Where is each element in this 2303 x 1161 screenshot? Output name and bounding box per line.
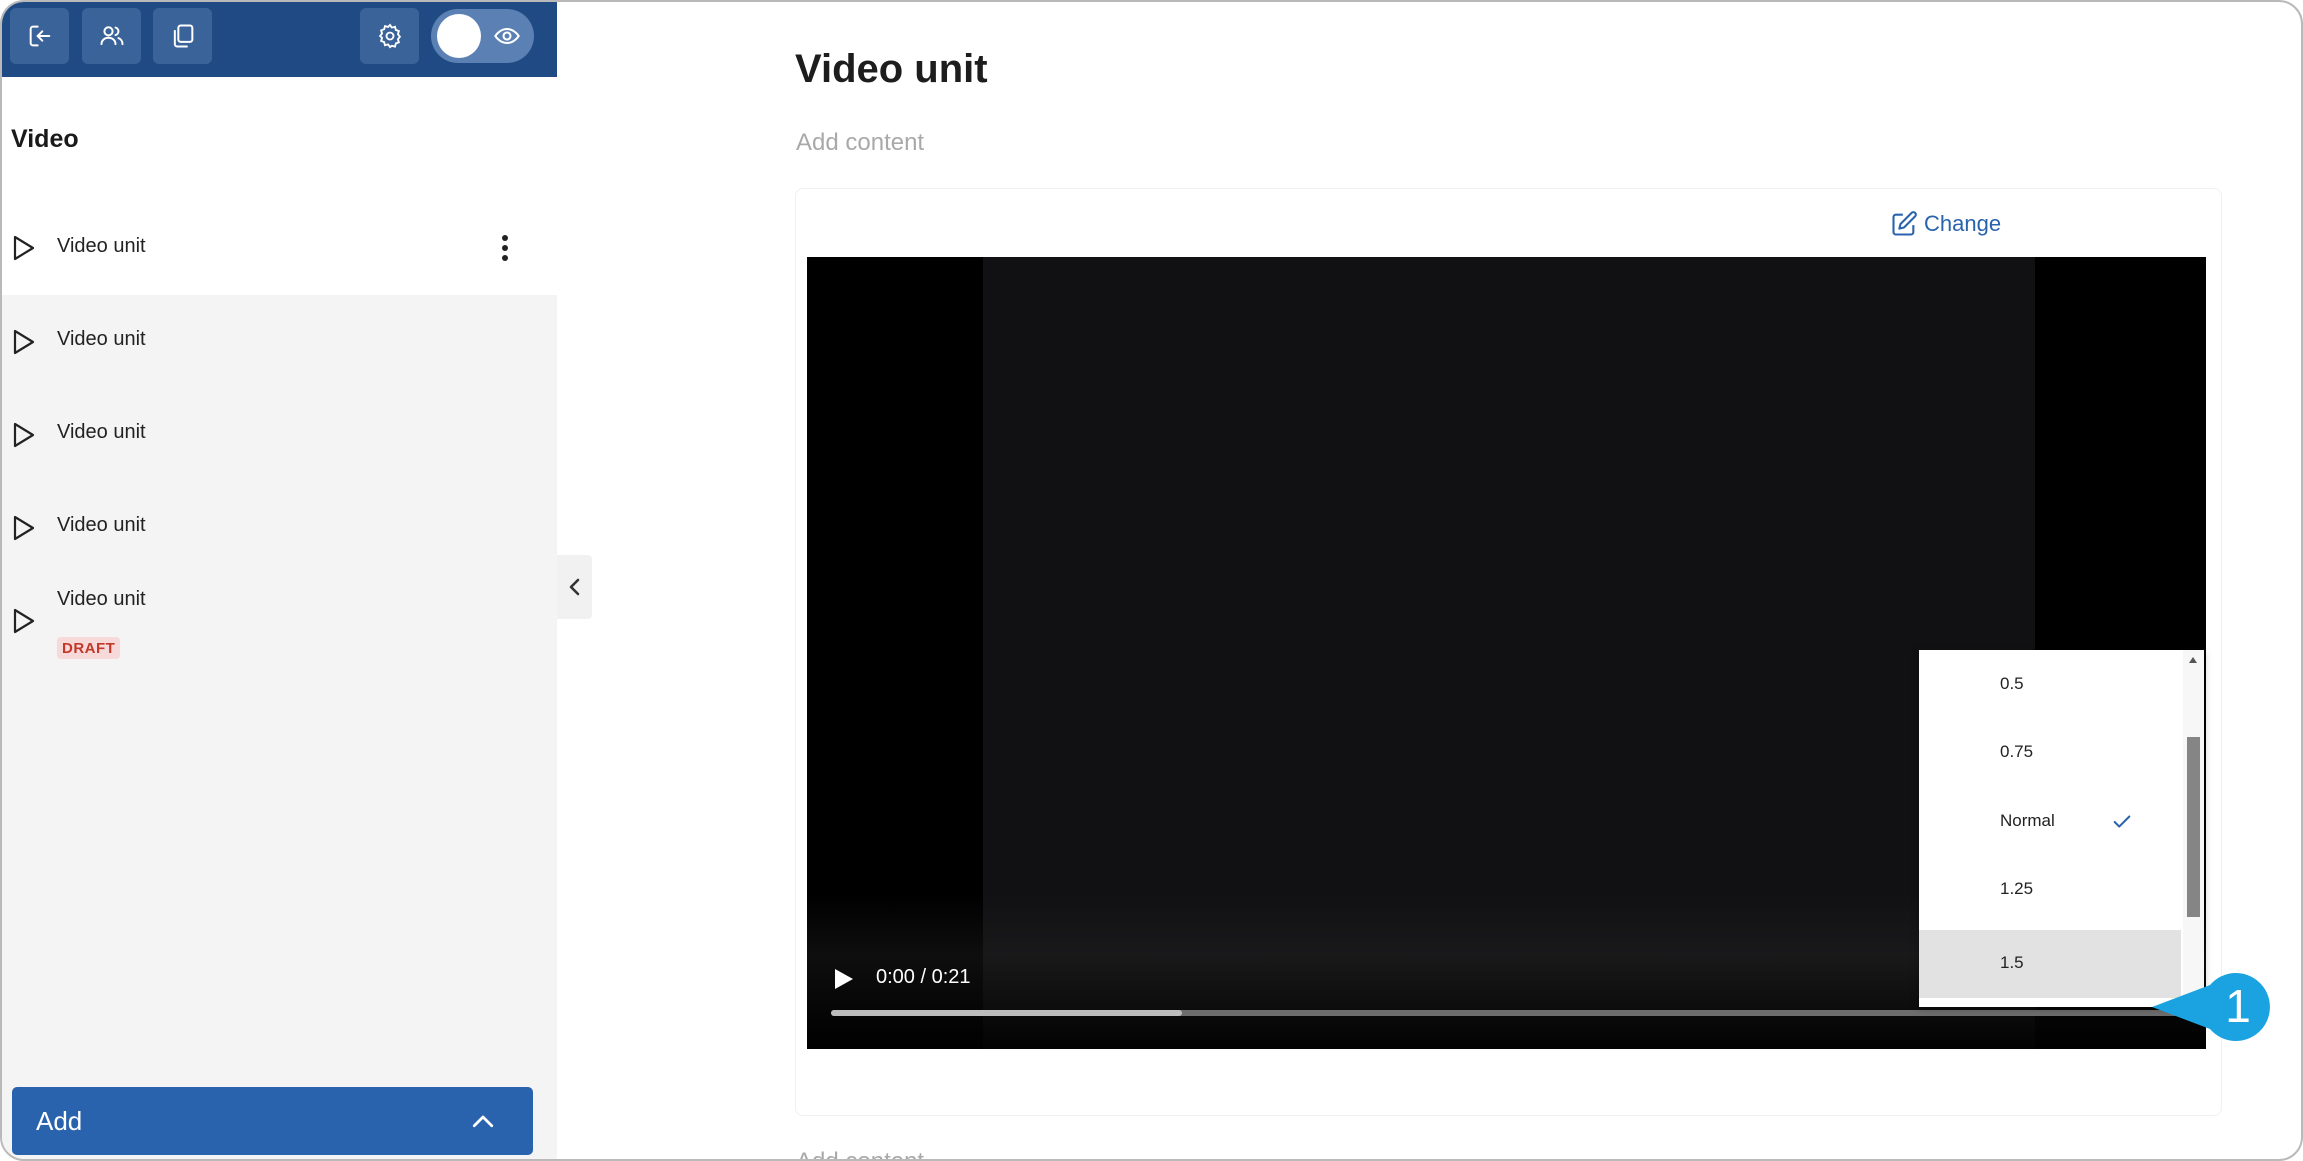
exit-icon: [29, 25, 50, 47]
speed-option-0.5[interactable]: 0.5: [1919, 652, 2181, 720]
add-button-label: Add: [36, 1106, 83, 1136]
chevron-left-icon: [569, 578, 579, 596]
play-outline-icon: [13, 422, 35, 448]
sidebar-item-label: Video unit: [57, 235, 146, 257]
play-outline-icon: [13, 329, 35, 355]
play-outline-icon: [13, 515, 35, 541]
progress-bar[interactable]: [831, 1010, 2181, 1016]
scroll-up-icon[interactable]: [2188, 656, 2198, 664]
speed-option-normal[interactable]: Normal: [1919, 789, 2181, 857]
progress-buffered: [831, 1010, 1182, 1016]
play-outline-icon: [13, 235, 35, 261]
speed-option-label: 1.5: [2000, 953, 2024, 972]
menu-scrollbar[interactable]: [2183, 650, 2204, 1007]
speed-option-1.5[interactable]: 1.5: [1919, 930, 2181, 998]
sidebar-item-label: Video unit: [57, 514, 146, 536]
duplicate-button[interactable]: [153, 8, 212, 64]
add-content-bottom[interactable]: Add content: [796, 1148, 924, 1159]
speed-option-1.25[interactable]: 1.25: [1919, 857, 2181, 925]
add-button[interactable]: Add: [12, 1087, 533, 1155]
chevron-up-icon: [472, 1115, 494, 1128]
menu-scroll-thumb[interactable]: [2187, 737, 2200, 917]
play-icon[interactable]: [833, 967, 855, 991]
edit-icon: [1892, 211, 1917, 236]
sidebar-toolbar: [2, 2, 557, 77]
change-label: Change: [1924, 211, 2002, 236]
change-video-button[interactable]: Change: [1890, 210, 2001, 238]
more-vertical-icon[interactable]: [494, 232, 516, 264]
sidebar-item-label: Video unit: [57, 421, 146, 443]
exit-button[interactable]: [10, 8, 69, 64]
sidebar-header: Video: [2, 77, 557, 203]
sidebar: Video Video unit Video unit Video unit V…: [2, 2, 557, 1159]
draft-badge: DRAFT: [57, 637, 121, 659]
speed-option-label: 1.25: [2000, 879, 2034, 898]
app-window: Video Video unit Video unit Video unit V…: [0, 0, 2303, 1161]
sidebar-item-label: Video unit: [57, 328, 146, 350]
speed-option-0.75[interactable]: 0.75: [1919, 720, 2181, 788]
sidebar-item-video-unit-3[interactable]: Video unit: [2, 388, 557, 481]
gear-icon: [378, 23, 401, 49]
step-callout-number: 1: [2225, 980, 2251, 1032]
speed-option-label: 0.5: [2000, 674, 2024, 693]
sidebar-title: Video: [11, 125, 79, 153]
page-title: Video unit: [795, 47, 988, 91]
speed-option-label: 0.75: [2000, 742, 2034, 761]
speed-option-label: Normal: [2000, 811, 2055, 830]
check-icon: [2113, 815, 2131, 828]
sidebar-item-label: Video unit: [57, 588, 146, 610]
sidebar-item-video-unit-1[interactable]: Video unit: [2, 202, 557, 295]
add-content-top[interactable]: Add content: [796, 129, 924, 157]
collapse-sidebar-button[interactable]: [557, 555, 592, 619]
preview-toggle[interactable]: [431, 9, 534, 63]
users-button[interactable]: [82, 8, 141, 64]
eye-icon: [494, 27, 520, 45]
settings-button[interactable]: [360, 8, 419, 64]
users-icon: [100, 26, 123, 46]
playback-speed-menu: 0.5 0.75 Normal 1.25 1.5: [1919, 650, 2204, 1007]
copy-icon: [173, 24, 193, 48]
play-outline-icon: [13, 608, 35, 634]
toggle-knob: [437, 14, 481, 58]
sidebar-item-video-unit-5[interactable]: Video unit DRAFT: [2, 574, 557, 674]
sidebar-item-video-unit-4[interactable]: Video unit: [2, 481, 557, 574]
time-display: 0:00 / 0:21: [876, 966, 971, 988]
sidebar-item-video-unit-2[interactable]: Video unit: [2, 295, 557, 388]
